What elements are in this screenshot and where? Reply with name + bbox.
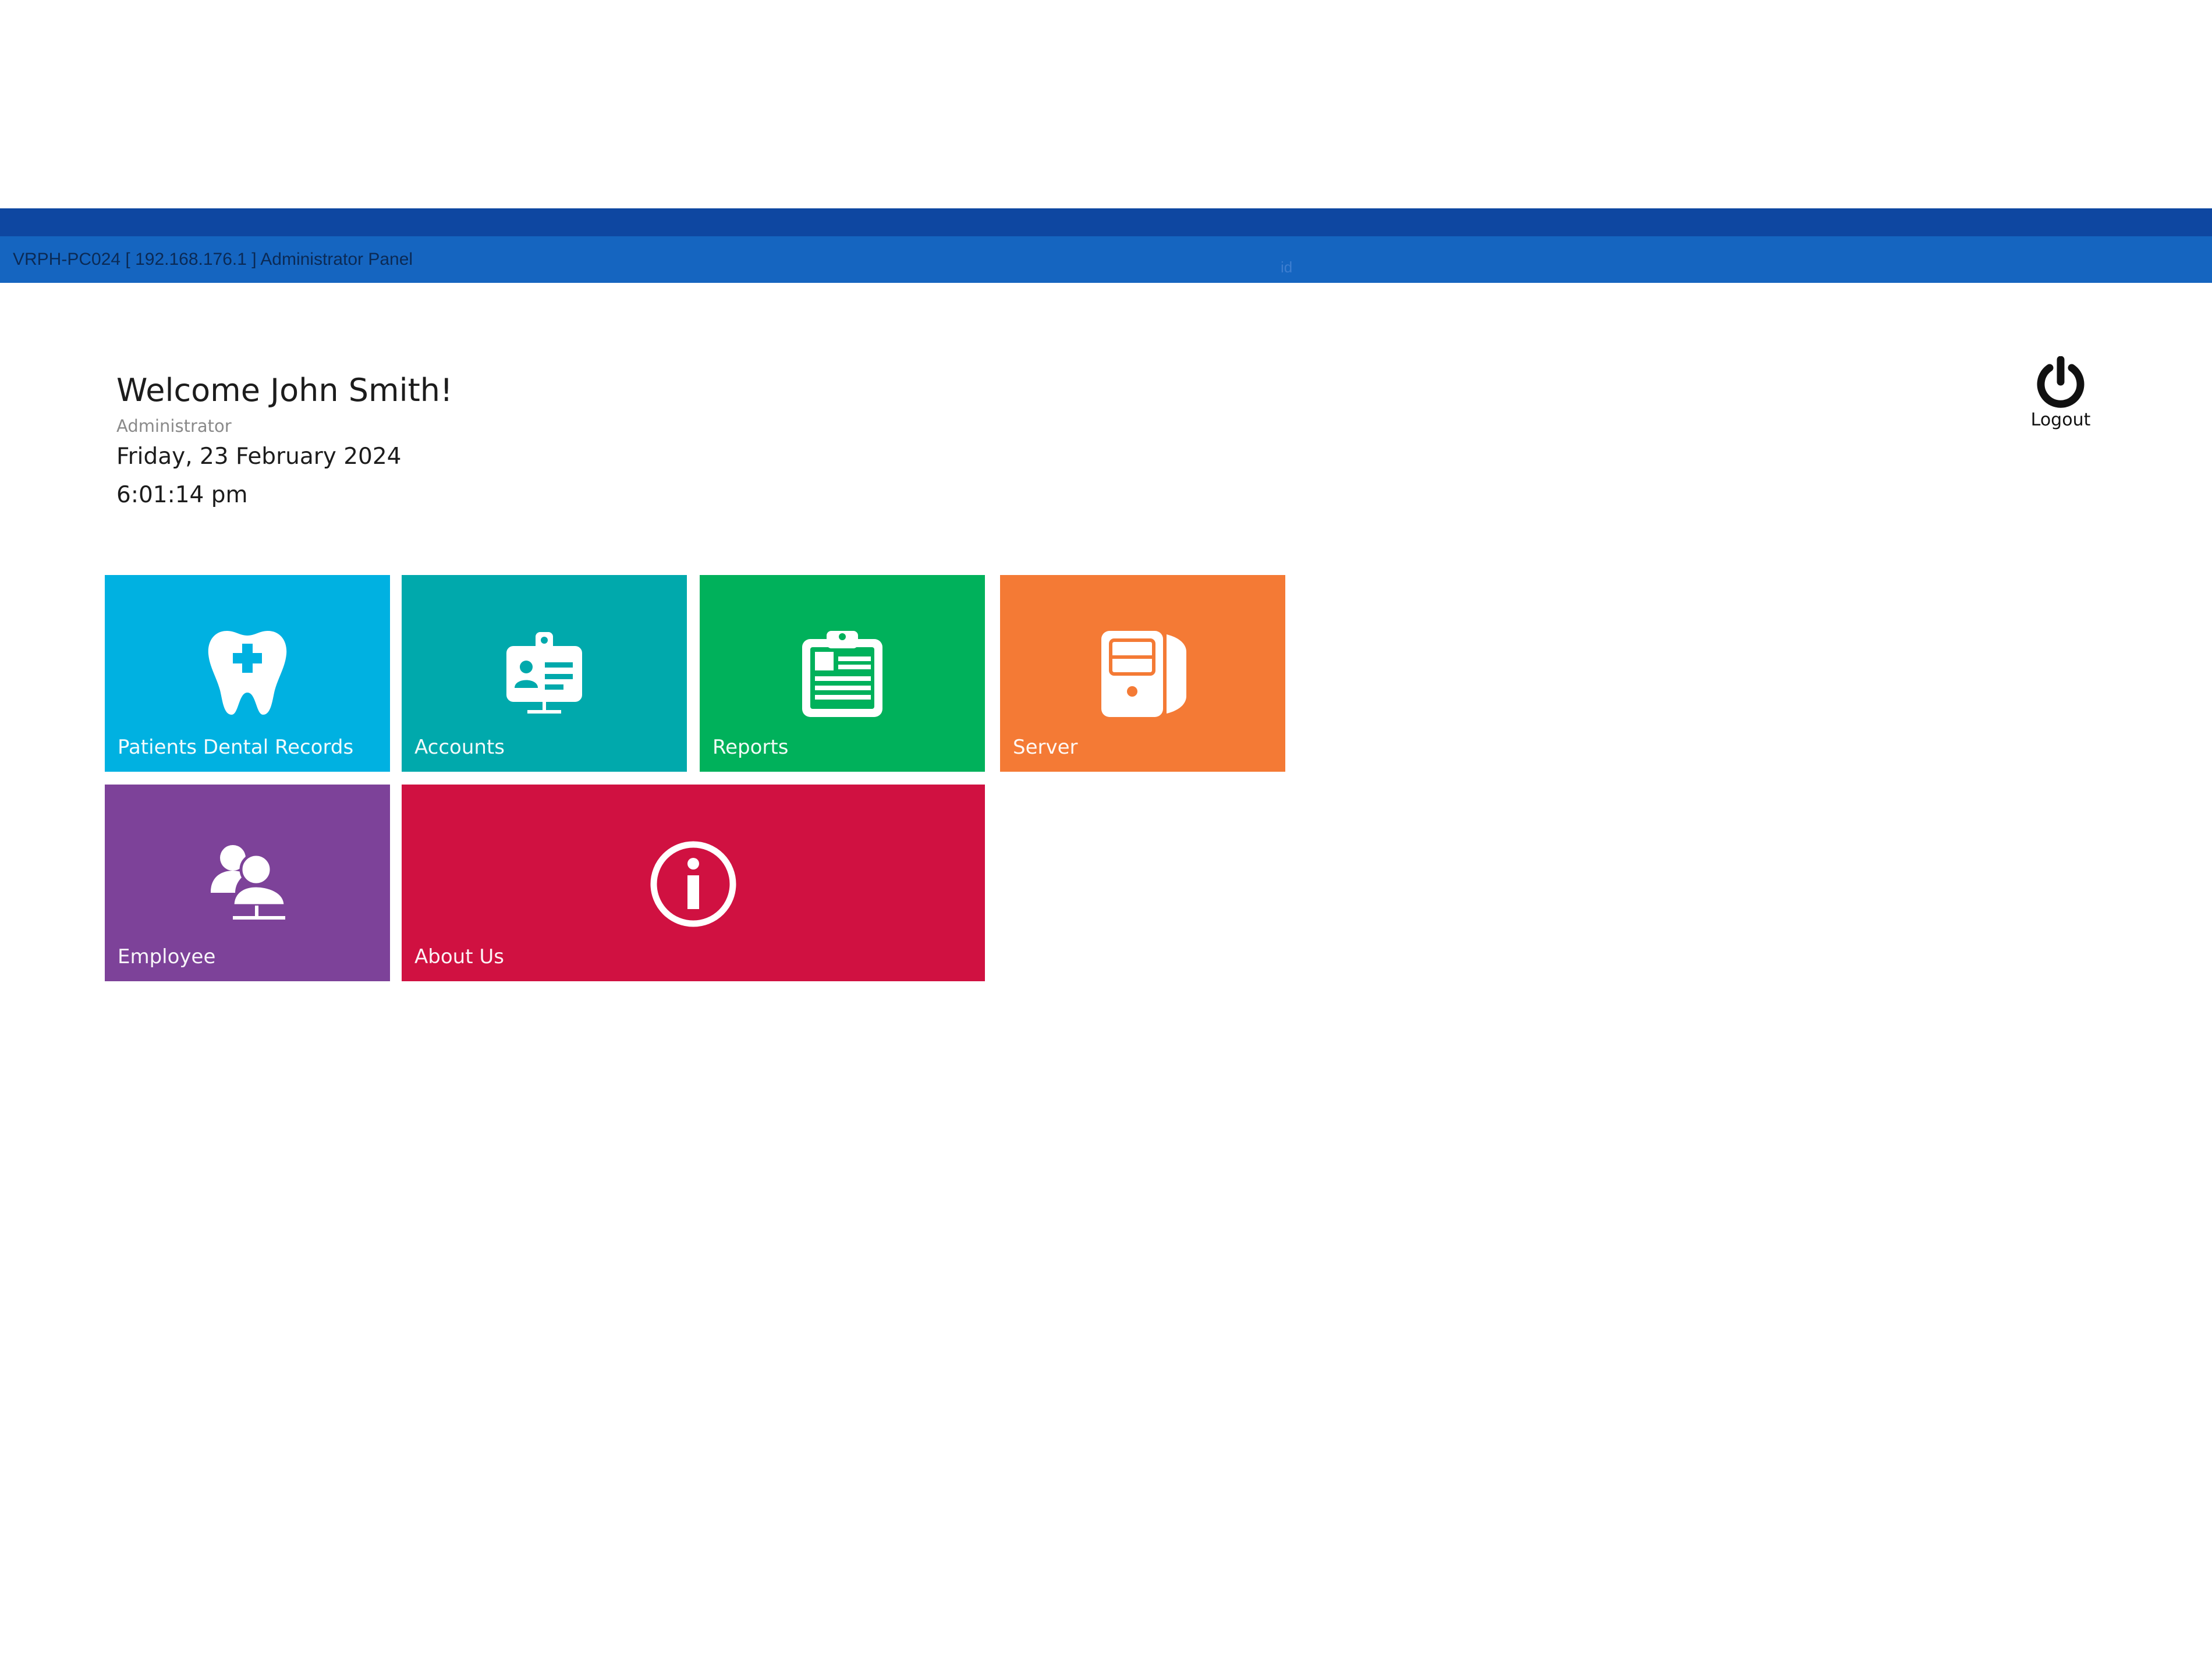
employee-icon bbox=[211, 845, 287, 920]
current-time: 6:01:14 pm bbox=[116, 482, 248, 508]
id-badge-icon bbox=[506, 632, 582, 714]
power-icon bbox=[2037, 356, 2085, 408]
tile-label: Server bbox=[1013, 736, 1078, 759]
tooth-icon bbox=[208, 631, 287, 715]
admin-panel-page: VRPH-PC024 [ 192.168.176.1 ] Administrat… bbox=[0, 0, 2212, 1668]
tile-accounts[interactable]: Accounts bbox=[402, 575, 687, 772]
tile-label: Employee bbox=[118, 945, 216, 968]
tile-patients-dental-records[interactable]: Patients Dental Records bbox=[105, 575, 390, 772]
logout-label: Logout bbox=[2030, 410, 2091, 430]
window-title: VRPH-PC024 [ 192.168.176.1 ] Administrat… bbox=[13, 250, 413, 269]
tile-label: About Us bbox=[414, 945, 504, 968]
welcome-message: Welcome John Smith! bbox=[116, 372, 453, 409]
tile-server[interactable]: Server bbox=[1000, 575, 1285, 772]
tile-label: Patients Dental Records bbox=[118, 736, 354, 759]
logout-button[interactable]: Logout bbox=[2020, 356, 2101, 438]
tile-label: Reports bbox=[712, 736, 789, 759]
tile-about-us[interactable]: About Us bbox=[402, 785, 985, 981]
user-role: Administrator bbox=[116, 416, 232, 436]
tile-label: Accounts bbox=[414, 736, 505, 759]
window-top-strip bbox=[0, 208, 2212, 236]
tile-reports[interactable]: Reports bbox=[700, 575, 985, 772]
tile-employee[interactable]: Employee bbox=[105, 785, 390, 981]
current-date: Friday, 23 February 2024 bbox=[116, 443, 402, 470]
id-label: id bbox=[1281, 258, 1293, 276]
title-bar: VRPH-PC024 [ 192.168.176.1 ] Administrat… bbox=[0, 236, 2212, 283]
clipboard-icon bbox=[802, 631, 882, 717]
server-icon bbox=[1101, 631, 1186, 717]
info-icon bbox=[650, 841, 736, 927]
